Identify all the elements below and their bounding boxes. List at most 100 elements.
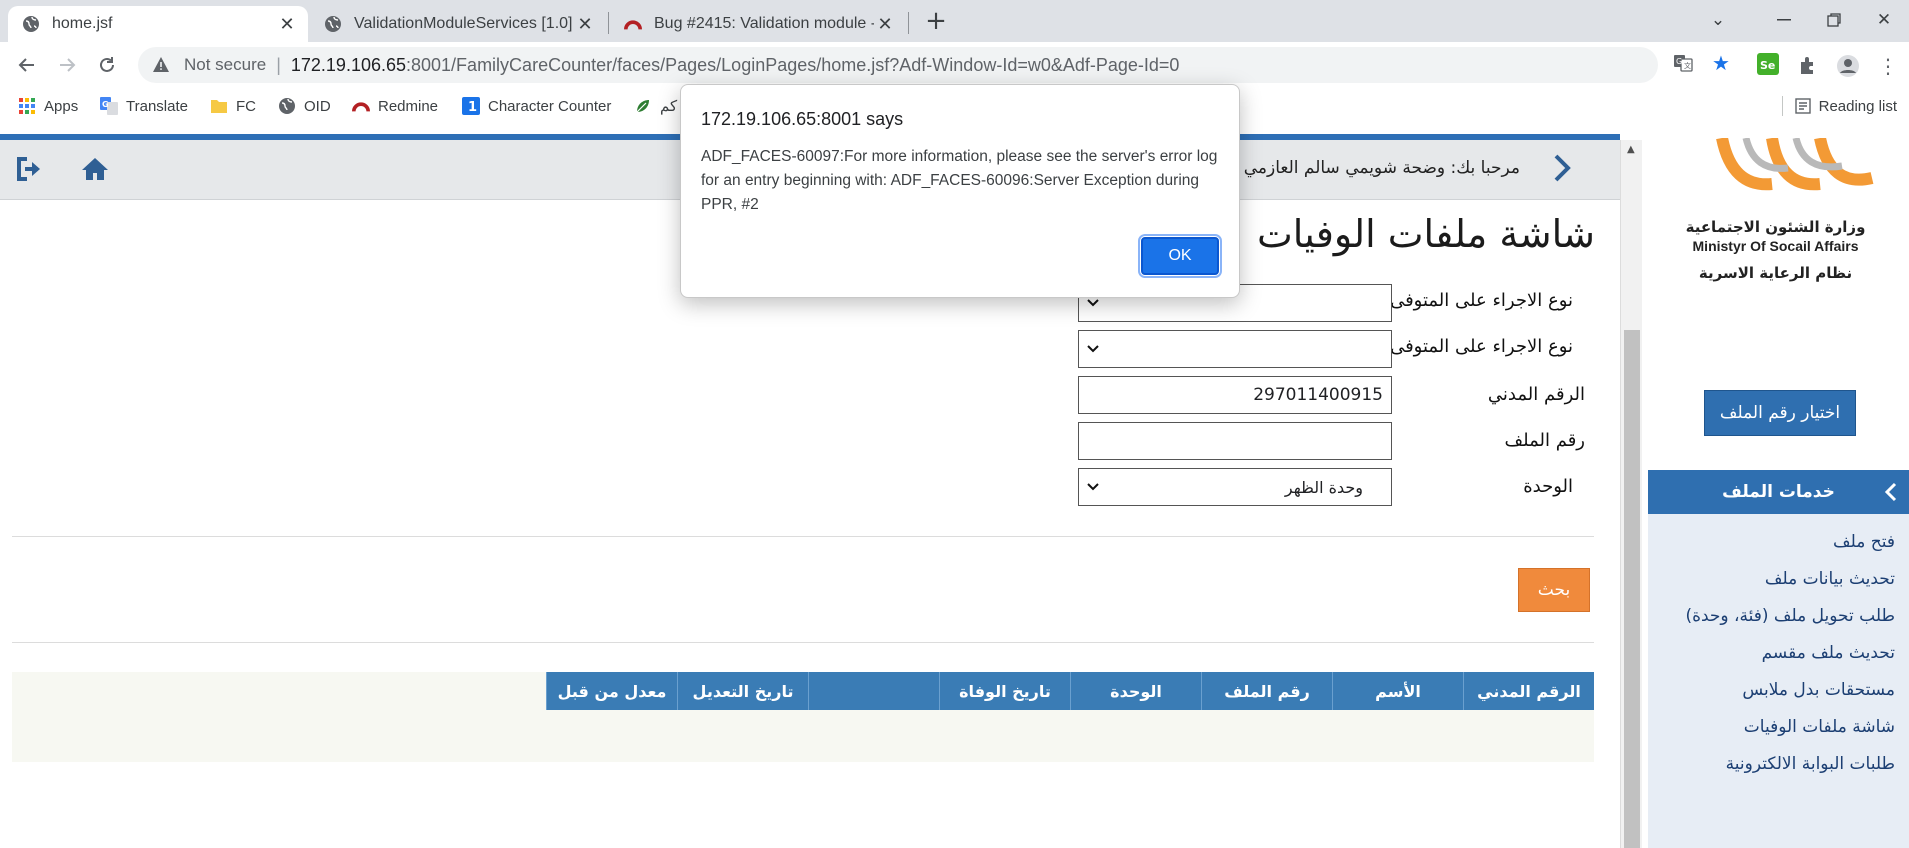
welcome-text: مرحبا بك: وضحة شويمي سالم العازمي	[1243, 158, 1520, 178]
column-header[interactable]	[808, 672, 939, 710]
menu-item-split-file[interactable]: تحديث ملف مقسم	[1762, 643, 1895, 663]
divider: |	[276, 54, 281, 75]
action-type-select-2[interactable]	[1078, 330, 1392, 368]
page-title: شاشة ملفات الوفيات	[1256, 212, 1595, 256]
ministry-name-english: Ministyr Of Socail Affairs	[1692, 238, 1859, 254]
column-header[interactable]: معدل من قبل	[546, 672, 677, 710]
search-button[interactable]: بحث	[1518, 568, 1590, 612]
svg-text:文: 文	[1684, 61, 1691, 70]
column-header[interactable]: الوحدة	[1070, 672, 1201, 710]
scroll-up-icon[interactable]: ▲	[1627, 144, 1635, 155]
ministry-logo	[1716, 138, 1874, 191]
tab-title: home.jsf	[52, 15, 113, 32]
bookmark-star-icon[interactable]: ★	[1710, 51, 1732, 75]
bookmark-fc[interactable]: FC	[210, 94, 256, 118]
reading-list[interactable]: Reading list	[1781, 94, 1897, 118]
field-label: الرقم المدني	[1487, 384, 1585, 405]
reload-icon[interactable]	[92, 50, 122, 80]
bookmark-label: OID	[304, 97, 331, 115]
svg-text:Se: Se	[1760, 59, 1775, 72]
file-services-label: خدمات الملف	[1722, 482, 1835, 502]
divider	[1781, 96, 1783, 116]
reading-list-label: Reading list	[1818, 97, 1897, 115]
globe-icon	[278, 97, 296, 115]
menu-item-update-file[interactable]: تحديث بيانات ملف	[1765, 569, 1895, 589]
tab-home[interactable]: home.jsf ✕	[8, 6, 308, 42]
svg-text:1: 1	[468, 100, 477, 115]
system-name: نظام الرعاية الاسرية	[1698, 264, 1853, 282]
tab-validation-services[interactable]: ValidationModuleServices [1.0] (S ✕	[310, 6, 606, 42]
leaf-icon	[634, 97, 652, 115]
choose-file-number-button[interactable]: اختيار رقم الملف	[1704, 390, 1856, 436]
bookmark-label: FC	[236, 97, 256, 115]
forward-icon[interactable]	[52, 50, 82, 80]
folder-icon	[210, 97, 228, 115]
warning-icon[interactable]	[152, 56, 170, 74]
tab-bug-2415[interactable]: Bug #2415: Validation module - I ✕	[610, 6, 906, 42]
close-tab-icon[interactable]: ✕	[874, 13, 896, 35]
home-icon[interactable]	[80, 154, 110, 184]
tab-strip: home.jsf ✕ ValidationModuleServices [1.0…	[0, 0, 1909, 42]
bookmark-character-counter[interactable]: 1 Character Counter	[462, 94, 611, 118]
bookmark-label: Character Counter	[488, 97, 612, 115]
redmine-icon	[352, 97, 370, 115]
menu-item-death-files[interactable]: شاشة ملفات الوفيات	[1744, 717, 1895, 737]
menu-item-open-file[interactable]: فتح ملف	[1833, 532, 1895, 552]
close-tab-icon[interactable]: ✕	[276, 13, 298, 35]
bookmark-apps[interactable]: Apps	[18, 94, 78, 118]
selenium-extension-icon[interactable]: Se	[1756, 52, 1780, 76]
extensions-icon[interactable]	[1796, 54, 1820, 78]
browser-toolbar: Not secure | 172.19.106.65:8001/FamilyCa…	[0, 42, 1909, 88]
file-services-menu: فتح ملف تحديث بيانات ملف طلب تحويل ملف (…	[1648, 514, 1909, 848]
close-tab-icon[interactable]: ✕	[574, 13, 596, 35]
address-bar[interactable]: Not secure | 172.19.106.65:8001/FamilyCa…	[138, 47, 1658, 83]
tab-title: ValidationModuleServices [1.0] (S	[354, 15, 574, 32]
chevron-right-icon[interactable]	[1550, 150, 1580, 186]
file-services-header[interactable]: خدمات الملف	[1648, 470, 1909, 514]
globe-icon	[324, 15, 342, 33]
column-header[interactable]: الرقم المدني	[1463, 672, 1594, 710]
column-header[interactable]: تاريخ التعديل	[677, 672, 808, 710]
column-header[interactable]: الأسم	[1332, 672, 1463, 710]
bookmark-arabic[interactable]: كم	[634, 94, 677, 118]
translate-icon: G	[100, 97, 118, 115]
menu-item-portal-requests[interactable]: طلبات البوابة الالكترونية	[1726, 754, 1895, 774]
more-menu-icon[interactable]: ⋮	[1876, 54, 1900, 78]
chevron-left-icon	[1884, 482, 1897, 502]
bookmark-label: Redmine	[378, 97, 439, 115]
logout-icon[interactable]	[14, 154, 44, 184]
column-header[interactable]: تاريخ الوفاة	[939, 672, 1070, 710]
vertical-scrollbar[interactable]: ▲	[1620, 140, 1642, 848]
unit-select[interactable]: وحدة الظهر	[1078, 468, 1392, 506]
scrollbar-thumb[interactable]	[1624, 330, 1640, 848]
field-label: نوع الاجراء على المتوفى	[1390, 290, 1573, 311]
counter-icon: 1	[462, 97, 480, 115]
civil-id-input[interactable]: 297011400915	[1078, 376, 1392, 414]
not-secure-label[interactable]: Not secure	[184, 55, 266, 75]
file-number-input[interactable]	[1078, 422, 1392, 460]
tab-separator	[608, 12, 609, 34]
ok-button[interactable]: OK	[1138, 234, 1222, 278]
translate-page-icon[interactable]: G文	[1672, 52, 1694, 74]
alert-dialog: 172.19.106.65:8001 says ADF_FACES-60097:…	[680, 84, 1240, 298]
back-icon[interactable]	[12, 50, 42, 80]
bookmark-oid[interactable]: OID	[278, 94, 331, 118]
field-value: وحدة الظهر	[1284, 477, 1363, 497]
close-window-icon[interactable]: ✕	[1862, 6, 1906, 34]
field-value: 297011400915	[1253, 385, 1383, 405]
url-text[interactable]: 172.19.106.65:8001/FamilyCareCounter/fac…	[291, 55, 1180, 76]
field-label: نوع الاجراء على المتوفى	[1390, 336, 1573, 357]
restore-icon[interactable]	[1812, 6, 1856, 34]
column-header[interactable]: رقم الملف	[1201, 672, 1332, 710]
tab-search-icon[interactable]: ⌄	[1696, 6, 1740, 34]
tab-title: Bug #2415: Validation module - I	[654, 15, 874, 32]
profile-avatar-icon[interactable]	[1836, 54, 1860, 78]
chevron-down-icon	[1087, 483, 1099, 491]
minimize-icon[interactable]	[1762, 6, 1806, 34]
bookmark-translate[interactable]: G Translate	[100, 94, 188, 118]
bookmark-redmine[interactable]: Redmine	[352, 94, 438, 118]
new-tab-icon[interactable]: +	[922, 8, 950, 36]
menu-item-clothing-allowance[interactable]: مستحقات بدل ملابس	[1742, 680, 1895, 700]
menu-item-transfer-file[interactable]: طلب تحويل ملف (فئة، وحدة)	[1685, 606, 1895, 626]
bookmark-label: Translate	[126, 97, 188, 115]
